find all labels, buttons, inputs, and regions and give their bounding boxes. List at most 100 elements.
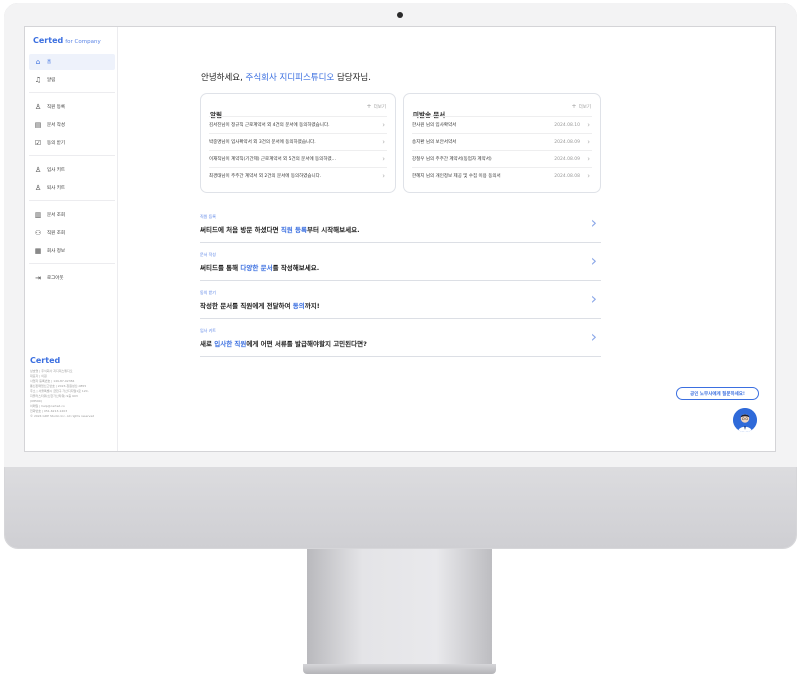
- nav-divider: [29, 263, 115, 264]
- list-item-text: 김서진님이 정규직 근로계약서 외 4건의 문서에 동의하였습니다.: [209, 123, 330, 128]
- ask-labor-attorney-button[interactable]: 공인 노무사에게 질문하세요!: [676, 387, 759, 400]
- sidebar-item-label: 알림: [47, 78, 56, 83]
- list-item[interactable]: 송지환 님의 보안서약서 2024.08.09 ›: [412, 133, 592, 150]
- sidebar-item-label: 퇴사 키트: [47, 186, 65, 191]
- guide-onboarding-kit[interactable]: 입사 키트 새로 입사한 직원에게 어떤 서류를 발급해야할지 고민된다면? ›: [200, 319, 601, 357]
- guide-message: 새로 입사한 직원에게 어떤 서류를 발급해야할지 고민된다면?: [200, 338, 367, 348]
- sidebar-item-label: 입사 키트: [47, 168, 65, 173]
- list-item[interactable]: 박중명님이 입사확약서 외 3건의 문서에 동의하였습니다. ›: [209, 133, 387, 150]
- list-item[interactable]: 이재직님이 계약직(기간제) 근로계약서 외 5건의 문서에 동의하였... ›: [209, 150, 387, 167]
- guide-category: 동의 받기: [200, 290, 216, 295]
- guide-text: 써티드에 처음 방문 하셨다면: [200, 226, 281, 234]
- greeting-suffix: 담당자님.: [334, 73, 371, 83]
- list-item-text: 강철우 님의 주주간 계약서(동업자 계약서): [412, 157, 492, 162]
- sidebar-item-employee-search[interactable]: ⚇ 직원 조회: [29, 225, 115, 241]
- sidebar-item-label: 직원 조회: [47, 231, 65, 236]
- chevron-right-icon: ›: [590, 251, 597, 270]
- sidebar-item-write-document[interactable]: ▤ 문서 작성: [29, 117, 115, 133]
- notifications-card-header: 알림 + 더보기: [210, 102, 386, 119]
- monitor-stand-base: [303, 664, 496, 674]
- chevron-right-icon: ›: [590, 289, 597, 308]
- list-item-text: 한혜지 님의 개인정보 제공 및 수집 이용 동의서: [412, 174, 501, 179]
- nav-divider: [29, 155, 115, 156]
- guide-get-consent[interactable]: 동의 받기 작성한 문서를 직원에게 전달하여 동의까지! ›: [200, 281, 601, 319]
- sidebar-item-home[interactable]: ⌂ 홈: [29, 54, 115, 70]
- sidebar-item-logout[interactable]: ⇥ 로그아웃: [29, 270, 115, 286]
- list-item-text: 박중명님이 입사확약서 외 3건의 문서에 동의하였습니다.: [209, 140, 316, 145]
- sidebar-item-notifications[interactable]: ♫ 알림: [29, 72, 115, 88]
- person-add-icon: ♙: [34, 166, 42, 174]
- list-item[interactable]: 강철우 님의 주주간 계약서(동업자 계약서) 2024.08.09 ›: [412, 150, 592, 167]
- sidebar-item-get-consent[interactable]: ☑ 동의 받기: [29, 135, 115, 151]
- screen: Certed for Company ⌂ 홈 ♫ 알림 ♙ 직원 등록 ▤ 문서 …: [24, 26, 776, 452]
- sidebar-nav: ⌂ 홈 ♫ 알림 ♙ 직원 등록 ▤ 문서 작성 ☑ 동의 받기 ♙ 입사 키트…: [29, 54, 115, 288]
- footer-line: © 2024 GDP Studio Inc. All rights reserv…: [30, 414, 95, 418]
- guide-highlight: 동의: [292, 302, 305, 310]
- unsent-card-header: 미발송 문서 + 더보기: [413, 102, 591, 119]
- guide-message: 써티드를 통해 다양한 문서를 작성해보세요.: [200, 262, 319, 272]
- brand-name: Certed: [33, 36, 64, 45]
- chevron-right-icon: ›: [587, 121, 590, 129]
- notifications-card: 알림 + 더보기 김서진님이 정규직 근로계약서 외 4건의 문서에 동의하였습니…: [200, 93, 396, 193]
- sidebar-item-document-search[interactable]: ▥ 문서 조회: [29, 207, 115, 223]
- notifications-more-link[interactable]: + 더보기: [367, 103, 386, 110]
- list-item[interactable]: 한혜지 님의 개인정보 제공 및 수집 이용 동의서 2024.08.08 ›: [412, 167, 592, 184]
- nav-divider: [29, 200, 115, 201]
- guide-text: 부터 시작해보세요.: [307, 226, 360, 234]
- document-search-icon: ▥: [34, 211, 42, 219]
- monitor-stand: [307, 549, 492, 664]
- sidebar-item-label: 회사 정보: [47, 249, 65, 254]
- list-item[interactable]: 최경태님이 주주간 계약서 외 2건의 문서에 동의하였습니다. ›: [209, 167, 387, 184]
- guide-highlight: 직원 등록: [280, 226, 307, 234]
- guide-highlight: 입사한 직원: [214, 340, 247, 348]
- guide-category: 문서 작성: [200, 252, 216, 257]
- sidebar-item-register-employee[interactable]: ♙ 직원 등록: [29, 99, 115, 115]
- guide-category: 직원 등록: [200, 214, 216, 219]
- camera-dot: [397, 12, 403, 18]
- person-remove-icon: ♙: [34, 184, 42, 192]
- chevron-right-icon: ›: [587, 155, 590, 163]
- sidebar-item-label: 문서 조회: [47, 213, 65, 218]
- chevron-right-icon: ›: [382, 155, 385, 163]
- sidebar: Certed for Company ⌂ 홈 ♫ 알림 ♙ 직원 등록 ▤ 문서 …: [25, 27, 118, 451]
- guide-text: 작성한 문서를 직원에게 전달하여: [200, 302, 293, 310]
- guide-text: 써티드를 통해: [200, 264, 241, 272]
- footer-brand: Certed: [30, 356, 61, 365]
- footer-company-info: 상호명 | 주식회사 지디피스튜디오 대표자 | 이원 사업자 등록번호 | 1…: [30, 369, 116, 419]
- sidebar-item-onboarding-kit[interactable]: ♙ 입사 키트: [29, 162, 115, 178]
- sidebar-item-offboarding-kit[interactable]: ♙ 퇴사 키트: [29, 180, 115, 196]
- nav-divider: [29, 92, 115, 93]
- monitor-chin: [5, 467, 796, 548]
- labor-attorney-avatar-button[interactable]: [733, 408, 757, 432]
- unsent-documents-card: 미발송 문서 + 더보기 한사원 님의 입사확약서 2024.08.10 › 송지…: [403, 93, 601, 193]
- logout-icon: ⇥: [35, 274, 41, 282]
- sidebar-item-label: 문서 작성: [47, 123, 65, 128]
- guide-write-document[interactable]: 문서 작성 써티드를 통해 다양한 문서를 작성해보세요. ›: [200, 243, 601, 281]
- list-item[interactable]: 김서진님이 정규직 근로계약서 외 4건의 문서에 동의하였습니다. ›: [209, 116, 387, 133]
- more-label: 더보기: [578, 105, 591, 110]
- building-icon: ▦: [34, 247, 42, 255]
- sidebar-item-company-info[interactable]: ▦ 회사 정보: [29, 243, 115, 259]
- list-item[interactable]: 한사원 님의 입사확약서 2024.08.10 ›: [412, 116, 592, 133]
- people-icon: ⚇: [34, 229, 42, 237]
- list-item-date: 2024.08.09: [554, 139, 580, 145]
- chevron-right-icon: ›: [590, 213, 597, 232]
- attorney-avatar-icon: [733, 408, 757, 432]
- guide-register-employee[interactable]: 직원 등록 써티드에 처음 방문 하셨다면 직원 등록부터 시작해보세요. ›: [200, 205, 601, 243]
- more-label: 더보기: [373, 105, 386, 110]
- sidebar-item-label: 직원 등록: [47, 105, 65, 110]
- unsent-more-link[interactable]: + 더보기: [572, 103, 591, 110]
- document-icon: ▤: [34, 121, 42, 129]
- chevron-right-icon: ›: [382, 138, 385, 146]
- chevron-right-icon: ›: [587, 138, 590, 146]
- brand-logo[interactable]: Certed for Company: [33, 36, 101, 45]
- guide-text: 를 작성해보세요.: [272, 264, 320, 272]
- list-item-text: 송지환 님의 보안서약서: [412, 140, 457, 145]
- guide-category: 입사 키트: [200, 328, 216, 333]
- list-item-date: 2024.08.09: [554, 156, 580, 162]
- notifications-list: 김서진님이 정규직 근로계약서 외 4건의 문서에 동의하였습니다. › 박중명…: [209, 116, 387, 184]
- person-icon: ♙: [34, 103, 42, 111]
- greeting-company: 주식회사 지디피스튜디오: [245, 73, 335, 83]
- guide-text: 새로: [200, 340, 215, 348]
- list-item-date: 2024.08.08: [554, 173, 580, 179]
